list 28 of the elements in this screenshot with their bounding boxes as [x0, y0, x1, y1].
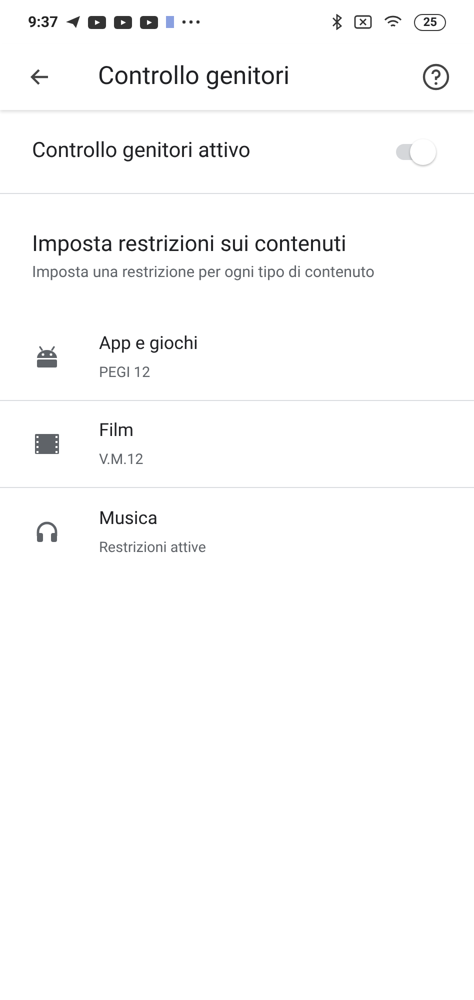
section-subtitle: Imposta una restrizione per ogni tipo di contenuto	[32, 262, 376, 283]
bluetooth-icon	[332, 14, 342, 30]
help-icon	[422, 63, 450, 91]
content-row[interactable]: Film V.M.12	[0, 401, 474, 488]
android-icon	[35, 346, 59, 368]
row-title: Musica	[99, 506, 159, 531]
telegram-icon	[66, 16, 80, 28]
battery-indicator: 25	[414, 14, 446, 30]
row-summary: Restrizioni attive	[99, 538, 206, 558]
more-icon	[182, 20, 200, 24]
video-icon	[114, 16, 132, 28]
row-title: App e giochi	[99, 332, 198, 356]
row-summary: PEGI 12	[99, 363, 152, 384]
section-title: Imposta restrizioni sui contenuti	[32, 231, 348, 259]
status-time: 9:37	[28, 12, 58, 33]
row-title: Film	[99, 419, 134, 444]
sim-icon	[354, 15, 372, 29]
row-summary: V.M.12	[99, 450, 144, 470]
video-icon	[88, 16, 106, 28]
help-button[interactable]	[422, 63, 450, 91]
content-row[interactable]: App e giochi PEGI 12	[0, 314, 474, 402]
content-row[interactable]: Musica Restrizioni attive	[0, 488, 474, 576]
wifi-icon	[384, 15, 402, 29]
headphones-icon	[35, 520, 59, 544]
switch-label: Controllo genitori attivo	[32, 138, 250, 165]
app-bar-title: Controllo genitori	[98, 61, 291, 94]
film-icon	[35, 434, 59, 454]
video-icon	[140, 16, 158, 28]
